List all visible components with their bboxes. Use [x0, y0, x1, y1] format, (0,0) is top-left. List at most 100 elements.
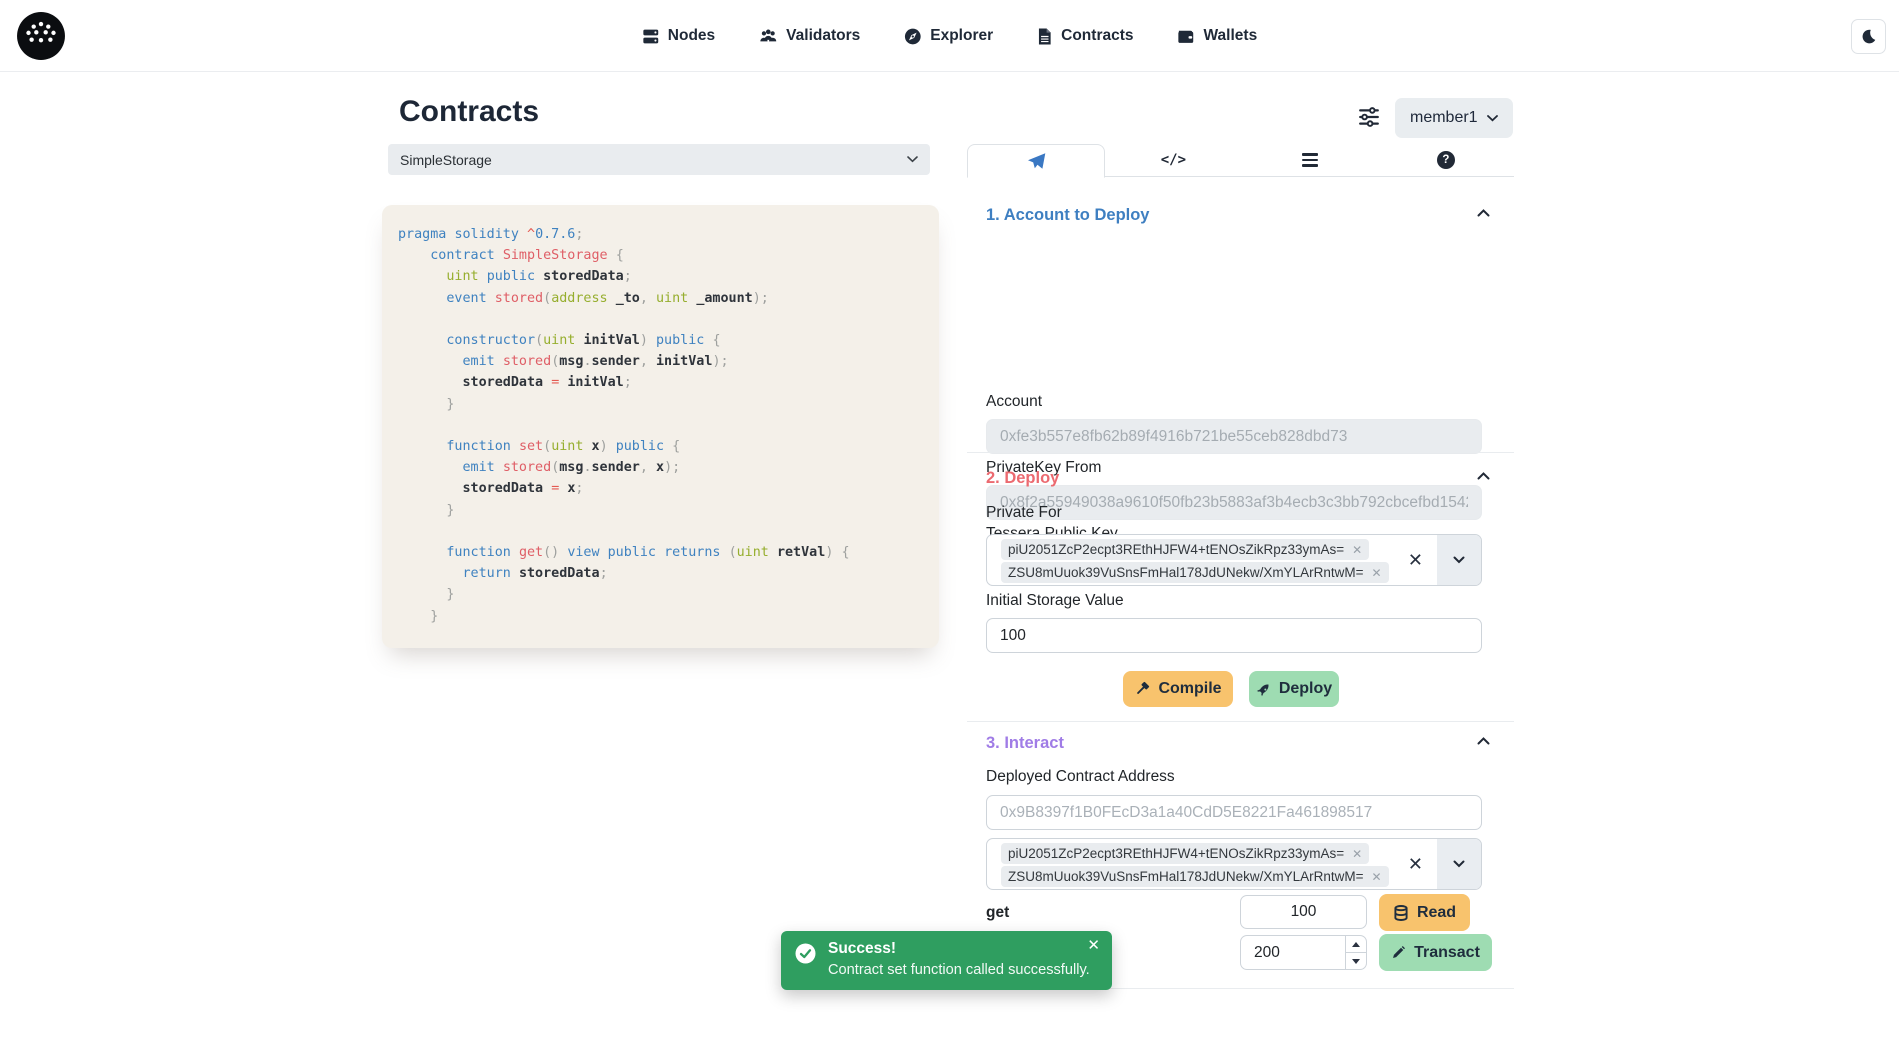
remove-tag-icon[interactable]: ✕	[1372, 567, 1382, 579]
chevron-down-icon	[1453, 556, 1465, 564]
people-icon	[759, 28, 777, 45]
nav-item-nodes[interactable]: Nodes	[642, 27, 715, 45]
wallet-icon	[1178, 28, 1195, 44]
nav-label: Nodes	[668, 27, 715, 45]
tag-text: piU2051ZcP2ecpt3REthHJFW4+tENOsZikRpz33y…	[1008, 846, 1344, 861]
dropdown-caret[interactable]	[1437, 535, 1481, 585]
chevron-up-icon	[1477, 737, 1490, 745]
chevron-down-icon	[1453, 860, 1465, 868]
nav-label: Validators	[786, 27, 860, 45]
compile-button[interactable]: Compile	[1123, 671, 1233, 707]
nav-item-explorer[interactable]: Explorer	[904, 27, 993, 45]
contract-actions-panel: </> ? 1. Account to Deploy Account Priva…	[967, 144, 1514, 990]
deploy-button[interactable]: Deploy	[1249, 671, 1339, 707]
code-icon: </>	[1161, 152, 1186, 168]
contract-select-value: SimpleStorage	[400, 152, 492, 168]
contract-select[interactable]: SimpleStorage	[388, 144, 930, 175]
initial-storage-input[interactable]	[986, 618, 1482, 653]
dropdown-caret[interactable]	[1437, 839, 1481, 889]
get-function-label: get	[986, 904, 1009, 922]
selected-tags: piU2051ZcP2ecpt3REthHJFW4+tENOsZikRpz33y…	[1001, 843, 1389, 887]
navbar: Nodes Validators Explorer Contracts Wall…	[0, 0, 1899, 72]
list-icon	[1302, 153, 1318, 166]
database-icon	[1393, 905, 1409, 921]
account-label: Account	[986, 393, 1042, 411]
toast-title: Success!	[828, 940, 896, 958]
tag-text: piU2051ZcP2ecpt3REthHJFW4+tENOsZikRpz33y…	[1008, 542, 1344, 557]
tag: ZSU8mUuok39VuSnsFmHal178JdUNekw/XmYLArRn…	[1001, 866, 1389, 887]
section-title: 3. Interact	[986, 734, 1064, 752]
success-toast: Success! Contract set function called su…	[781, 931, 1112, 990]
chevron-up-icon	[1477, 209, 1490, 217]
spinner-down-button[interactable]	[1346, 953, 1366, 969]
remove-tag-icon[interactable]: ✕	[1352, 848, 1362, 860]
app-logo-icon[interactable]	[16, 11, 66, 61]
read-label: Read	[1417, 904, 1456, 922]
toast-message: Contract set function called successfull…	[828, 962, 1090, 978]
nav-item-validators[interactable]: Validators	[759, 27, 860, 45]
compile-label: Compile	[1158, 680, 1221, 698]
number-spinner	[1345, 936, 1366, 969]
solidity-code: pragma solidity ^0.7.6; contract SimpleS…	[398, 224, 931, 627]
chevron-down-icon	[1487, 115, 1498, 122]
remove-tag-icon[interactable]: ✕	[1352, 544, 1362, 556]
member-select-button[interactable]: member1	[1395, 98, 1513, 138]
clear-all-icon[interactable]: ✕	[1408, 855, 1423, 873]
tab-list[interactable]	[1242, 144, 1378, 176]
close-icon[interactable]: ✕	[1087, 936, 1100, 954]
pencil-icon	[1391, 945, 1406, 960]
section-deploy-header[interactable]: 2. Deploy	[986, 469, 1490, 491]
section-divider	[967, 452, 1514, 453]
deploy-label: Deploy	[1279, 680, 1332, 698]
check-circle-icon	[795, 943, 816, 964]
rocket-icon	[1256, 682, 1271, 697]
section-title: 1. Account to Deploy	[986, 206, 1150, 224]
tab-help[interactable]: ?	[1378, 144, 1514, 176]
nav-label: Wallets	[1204, 27, 1258, 45]
section-title: 2. Deploy	[986, 469, 1059, 487]
tag-text: ZSU8mUuok39VuSnsFmHal178JdUNekw/XmYLArRn…	[1008, 565, 1364, 580]
tab-source[interactable]: </>	[1105, 144, 1241, 176]
page-title: Contracts	[399, 95, 539, 129]
read-button[interactable]: Read	[1379, 894, 1470, 931]
nav-label: Explorer	[930, 27, 993, 45]
chevron-down-icon	[907, 156, 918, 163]
help-icon: ?	[1437, 151, 1455, 169]
tag: piU2051ZcP2ecpt3REthHJFW4+tENOsZikRpz33y…	[1001, 843, 1369, 864]
tag: piU2051ZcP2ecpt3REthHJFW4+tENOsZikRpz33y…	[1001, 539, 1369, 560]
private-for-label: Private For	[986, 504, 1062, 522]
transact-label: Transact	[1414, 944, 1480, 962]
section-account-to-deploy-header[interactable]: 1. Account to Deploy	[986, 206, 1490, 228]
private-for-multiselect[interactable]: piU2051ZcP2ecpt3REthHJFW4+tENOsZikRpz33y…	[986, 534, 1482, 586]
hammer-icon	[1134, 681, 1150, 697]
transact-button[interactable]: Transact	[1379, 934, 1492, 971]
set-value-stepper	[1240, 935, 1367, 970]
account-input	[986, 419, 1482, 454]
interact-private-for-multiselect[interactable]: piU2051ZcP2ecpt3REthHJFW4+tENOsZikRpz33y…	[986, 838, 1482, 890]
tab-deploy[interactable]	[967, 144, 1105, 178]
app-canvas: Nodes Validators Explorer Contracts Wall…	[0, 0, 1899, 1042]
deployed-address-label: Deployed Contract Address	[986, 768, 1175, 786]
chevron-up-icon	[1477, 472, 1490, 480]
clear-all-icon[interactable]: ✕	[1408, 551, 1423, 569]
section-divider	[967, 721, 1514, 722]
nav-label: Contracts	[1061, 27, 1133, 45]
dark-mode-toggle[interactable]	[1851, 19, 1886, 54]
remove-tag-icon[interactable]: ✕	[1372, 871, 1382, 883]
nav-item-contracts[interactable]: Contracts	[1037, 27, 1133, 45]
tag: ZSU8mUuok39VuSnsFmHal178JdUNekw/XmYLArRn…	[1001, 562, 1389, 583]
deployed-address-input[interactable]	[986, 795, 1482, 830]
section-interact-header[interactable]: 3. Interact	[986, 734, 1490, 756]
file-icon	[1037, 28, 1052, 45]
get-result-input[interactable]	[1240, 895, 1367, 929]
settings-sliders-icon[interactable]	[1358, 106, 1380, 128]
server-icon	[642, 28, 659, 45]
main-nav: Nodes Validators Explorer Contracts Wall…	[642, 0, 1257, 72]
member-label: member1	[1410, 109, 1478, 127]
selected-tags: piU2051ZcP2ecpt3REthHJFW4+tENOsZikRpz33y…	[1001, 539, 1389, 583]
panel-tabs: </> ?	[967, 144, 1514, 177]
nav-item-wallets[interactable]: Wallets	[1178, 27, 1258, 45]
spinner-up-button[interactable]	[1346, 936, 1366, 953]
initial-storage-label: Initial Storage Value	[986, 592, 1124, 610]
tag-text: ZSU8mUuok39VuSnsFmHal178JdUNekw/XmYLArRn…	[1008, 869, 1364, 884]
